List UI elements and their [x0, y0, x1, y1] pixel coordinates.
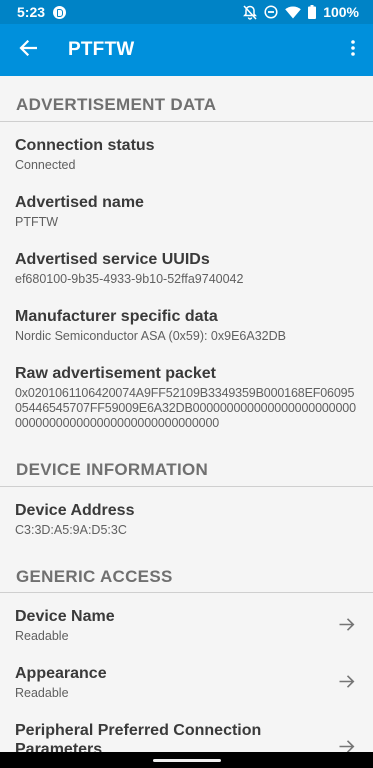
- notification-app-icon: [53, 5, 67, 19]
- section-divider: [0, 121, 373, 122]
- section-divider: [0, 592, 373, 593]
- section-header-device-information: DEVICE INFORMATION: [16, 460, 209, 479]
- list-item-raw-packet: Raw advertisement packet 0x0201061106420…: [0, 364, 373, 431]
- arrow-forward-icon[interactable]: [339, 618, 355, 637]
- back-button[interactable]: [0, 24, 56, 76]
- system-navigation-bar: [0, 752, 373, 768]
- arrow-forward-icon[interactable]: [339, 740, 355, 752]
- bell-off-icon: [243, 4, 258, 20]
- item-title: Manufacturer specific data: [15, 308, 218, 325]
- list-item-device-address: Device Address C3:3D:A5:9A:D5:3C: [0, 501, 373, 538]
- do-not-disturb-icon: [264, 5, 278, 19]
- item-value: Nordic Semiconductor ASA (0x59): 0x9E6A3…: [15, 329, 286, 343]
- battery-percent: 100%: [323, 4, 359, 20]
- list-item-appearance[interactable]: Appearance Readable: [0, 664, 373, 704]
- item-value: PTFTW: [15, 215, 59, 229]
- item-title: Device Name: [15, 608, 115, 625]
- item-value: C3:3D:A5:9A:D5:3C: [15, 523, 127, 537]
- app-bar: PTFTW: [0, 24, 373, 76]
- list-item-advertised-name: Advertised name PTFTW: [0, 193, 373, 230]
- section-header-generic-access: GENERIC ACCESS: [16, 567, 173, 586]
- page-title: PTFTW: [68, 39, 135, 60]
- arrow-back-icon: [19, 39, 38, 61]
- section-divider: [0, 486, 373, 487]
- item-value: Readable: [15, 629, 69, 643]
- list-item-peripheral-preferred-connection-parameters[interactable]: Peripheral Preferred Connection Paramete…: [0, 721, 373, 752]
- arrow-forward-icon[interactable]: [339, 675, 355, 694]
- item-value: Readable: [15, 686, 69, 700]
- list-item-device-name[interactable]: Device Name Readable: [0, 607, 373, 647]
- item-title: Advertised service UUIDs: [15, 251, 210, 268]
- item-value: 0x0201061106420074A9FF52109B3349359B0001…: [15, 386, 356, 430]
- list-item-service-uuids: Advertised service UUIDs ef680100-9b35-4…: [0, 250, 373, 287]
- overflow-menu-button[interactable]: [333, 24, 373, 76]
- item-title: Appearance: [15, 665, 107, 682]
- device-details-list[interactable]: ADVERTISEMENT DATA Connection status Con…: [0, 76, 373, 752]
- status-bar: 5:23 100%: [0, 0, 373, 24]
- item-value: Connected: [15, 158, 76, 172]
- wifi-icon: [285, 6, 301, 19]
- list-item-manufacturer-data: Manufacturer specific data Nordic Semico…: [0, 307, 373, 344]
- item-title: Peripheral Preferred Connection Paramete…: [15, 722, 262, 752]
- item-title: Device Address: [15, 502, 135, 519]
- battery-icon: [308, 5, 317, 19]
- item-value: ef680100-9b35-4933-9b10-52ffa9740042: [15, 272, 244, 286]
- home-gesture-handle[interactable]: [152, 758, 221, 762]
- more-vert-icon: [351, 39, 355, 61]
- status-time: 5:23: [17, 4, 46, 20]
- item-title: Advertised name: [15, 194, 144, 211]
- item-title: Raw advertisement packet: [15, 365, 216, 382]
- section-header-advertisement: ADVERTISEMENT DATA: [16, 95, 217, 114]
- item-title: Connection status: [15, 137, 155, 154]
- list-item-connection-status: Connection status Connected: [0, 136, 373, 173]
